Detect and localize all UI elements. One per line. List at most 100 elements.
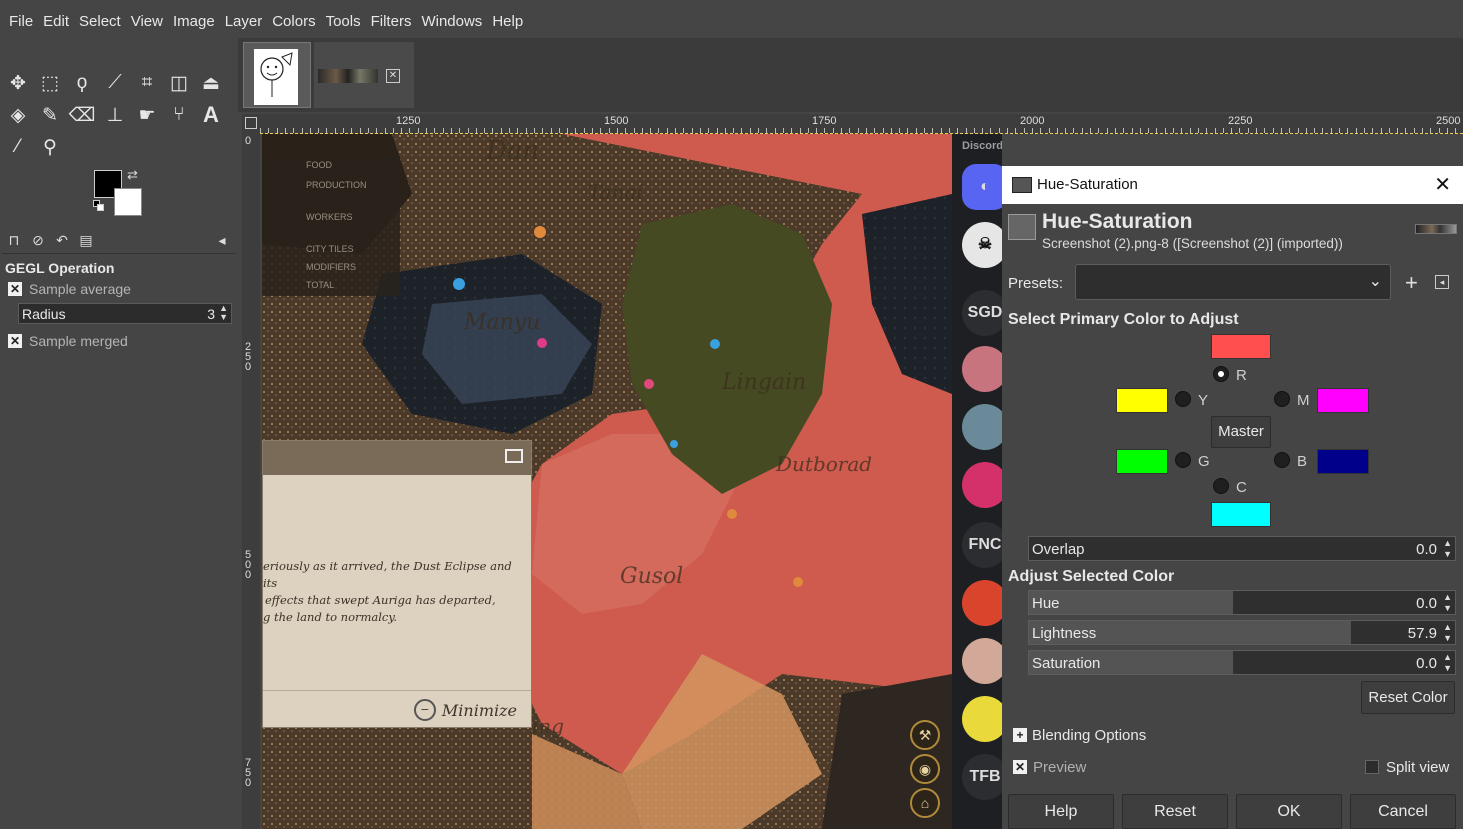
default-colors-icon[interactable] <box>93 200 105 212</box>
horizontal-ruler[interactable]: 1250 1500 1750 2000 2250 2500 <box>260 114 1463 134</box>
menu-select[interactable]: Select <box>74 13 126 30</box>
close-icon[interactable]: ✕ <box>1434 172 1451 197</box>
radius-spin-arrows-icon[interactable]: ▲ ▼ <box>219 304 228 322</box>
preset-menu-icon[interactable]: ◂ <box>1435 275 1449 289</box>
images-tab-icon[interactable]: ▤ <box>76 232 96 252</box>
tool-options-tab-icon[interactable]: ⊓ <box>4 232 24 252</box>
saturation-slider[interactable]: Saturation 0.0 ▲ ▼ <box>1028 650 1456 675</box>
bucket-fill-tool-icon[interactable]: ◈ <box>3 100 33 130</box>
add-preset-icon[interactable]: + <box>1405 270 1418 296</box>
reset-color-button[interactable]: Reset Color <box>1361 681 1455 714</box>
overlap-spin-icon[interactable]: ▲ ▼ <box>1443 538 1452 560</box>
paintbrush-tool-icon[interactable]: ✎ <box>35 100 65 130</box>
map-resource-icon[interactable]: ◉ <box>910 754 940 784</box>
undo-history-tab-icon[interactable]: ↶ <box>52 232 72 252</box>
eraser-tool-icon[interactable]: ⌫ <box>67 100 97 130</box>
menu-layer[interactable]: Layer <box>220 13 268 30</box>
image-tab-screenshot[interactable]: ✕ <box>314 42 414 108</box>
server-avatar-icon[interactable] <box>962 580 1002 626</box>
dock-menu-icon[interactable]: ◂ <box>212 232 232 252</box>
ruler-tick <box>774 128 776 133</box>
menu-file[interactable]: File <box>4 13 38 30</box>
saturation-spin-icon[interactable]: ▲ ▼ <box>1443 652 1452 674</box>
master-button[interactable]: Master <box>1211 416 1271 448</box>
sample-average-option[interactable]: ✕ Sample average <box>8 281 131 297</box>
paths-tool-icon[interactable]: ⑂ <box>164 100 194 130</box>
discord-home-icon[interactable]: ◐ <box>962 164 1002 210</box>
move-tool-icon[interactable]: ✥ <box>3 68 33 98</box>
blending-options-label[interactable]: Blending Options <box>1032 727 1146 744</box>
vertical-ruler[interactable]: 0 250 500 750 <box>242 134 260 829</box>
split-view-label[interactable]: Split view <box>1386 759 1449 776</box>
rect-select-tool-icon[interactable]: ⬚ <box>35 68 65 98</box>
lightness-spin-icon[interactable]: ▲ ▼ <box>1443 622 1452 644</box>
radio-cyan[interactable] <box>1213 478 1229 494</box>
lightness-slider[interactable]: Lightness 57.9 ▲ ▼ <box>1028 620 1456 645</box>
server-fnc[interactable]: FNC <box>962 522 1002 568</box>
menu-tools[interactable]: Tools <box>321 13 366 30</box>
sample-average-checkbox[interactable]: ✕ <box>8 282 22 296</box>
crop-tool-icon[interactable]: ⌗ <box>132 68 162 98</box>
overlap-slider[interactable]: Overlap 0.0 ▲ ▼ <box>1028 536 1456 561</box>
map-build-icon[interactable]: ⚒ <box>910 720 940 750</box>
split-view-checkbox[interactable] <box>1365 760 1379 774</box>
cancel-button[interactable]: Cancel <box>1350 794 1456 829</box>
server-avatar-icon[interactable] <box>962 638 1002 684</box>
lightness-value[interactable]: 57.9 <box>1408 625 1437 642</box>
menu-colors[interactable]: Colors <box>267 13 320 30</box>
lasso-tool-icon[interactable]: ϙ <box>67 68 97 98</box>
menu-filters[interactable]: Filters <box>366 13 417 30</box>
sample-merged-checkbox[interactable]: ✕ <box>8 334 22 348</box>
ruler-tick <box>442 128 444 133</box>
transform-tool-icon[interactable]: ◫ <box>164 68 194 98</box>
map-city-icon[interactable]: ⌂ <box>910 788 940 818</box>
server-avatar-icon[interactable] <box>962 404 1002 450</box>
zoom-tool-icon[interactable]: ⚲ <box>35 132 65 162</box>
menu-help[interactable]: Help <box>487 13 528 30</box>
help-button[interactable]: Help <box>1008 794 1114 829</box>
ruler-corner-icon[interactable] <box>242 114 260 134</box>
close-tab-icon[interactable]: ✕ <box>386 69 400 83</box>
menu-windows[interactable]: Windows <box>416 13 487 30</box>
image-tab-sketch[interactable] <box>243 42 311 108</box>
blending-options-expander-icon[interactable]: + <box>1013 728 1027 742</box>
fuzzy-select-tool-icon[interactable]: ⟋ <box>100 68 130 98</box>
preview-checkbox[interactable]: ✕ <box>1013 760 1027 774</box>
popup-window-icon[interactable] <box>505 449 523 463</box>
hue-slider[interactable]: Hue 0.0 ▲ ▼ <box>1028 590 1456 615</box>
radio-yellow[interactable] <box>1175 391 1191 407</box>
hue-spin-icon[interactable]: ▲ ▼ <box>1443 592 1452 614</box>
presets-combo[interactable]: ⌄ <box>1075 264 1391 300</box>
menu-view[interactable]: View <box>126 13 168 30</box>
warp-tool-icon[interactable]: ⏏ <box>196 68 226 98</box>
reset-button[interactable]: Reset <box>1122 794 1228 829</box>
menu-image[interactable]: Image <box>168 13 220 30</box>
clone-tool-icon[interactable]: ⊥ <box>100 100 130 130</box>
text-tool-icon[interactable]: A <box>196 100 226 130</box>
image-canvas[interactable]: Dan Tanai Manyu Lingain Dutborad Gusol i… <box>262 134 952 829</box>
radius-spinner[interactable]: Radius 3 ▲ ▼ <box>18 303 232 324</box>
server-avatar-icon[interactable] <box>962 346 1002 392</box>
background-color-swatch[interactable] <box>114 188 142 216</box>
server-avatar-icon[interactable] <box>962 696 1002 742</box>
swap-colors-icon[interactable]: ⇄ <box>127 167 138 183</box>
server-avatar-icon[interactable] <box>962 462 1002 508</box>
ruler-tick <box>1339 128 1340 133</box>
ok-button[interactable]: OK <box>1236 794 1342 829</box>
radio-red[interactable] <box>1213 366 1229 382</box>
preview-label[interactable]: Preview <box>1033 759 1086 776</box>
smudge-tool-icon[interactable]: ☛ <box>132 100 162 130</box>
radio-blue[interactable] <box>1274 452 1290 468</box>
sample-merged-option[interactable]: ✕ Sample merged <box>8 333 128 349</box>
server-tfb[interactable]: TFB <box>962 754 1002 800</box>
color-picker-tool-icon[interactable]: ⁄ <box>3 132 33 162</box>
device-status-tab-icon[interactable]: ⊘ <box>28 232 48 252</box>
ruler-tick <box>1090 128 1091 133</box>
radio-green[interactable] <box>1175 452 1191 468</box>
server-skull-icon[interactable]: ☠ <box>962 222 1002 268</box>
radio-magenta[interactable] <box>1274 391 1290 407</box>
menu-edit[interactable]: Edit <box>38 13 74 30</box>
ruler-tick <box>608 128 610 133</box>
server-sgd[interactable]: SGD <box>962 290 1002 336</box>
minimize-button[interactable]: − Minimize <box>413 699 517 721</box>
